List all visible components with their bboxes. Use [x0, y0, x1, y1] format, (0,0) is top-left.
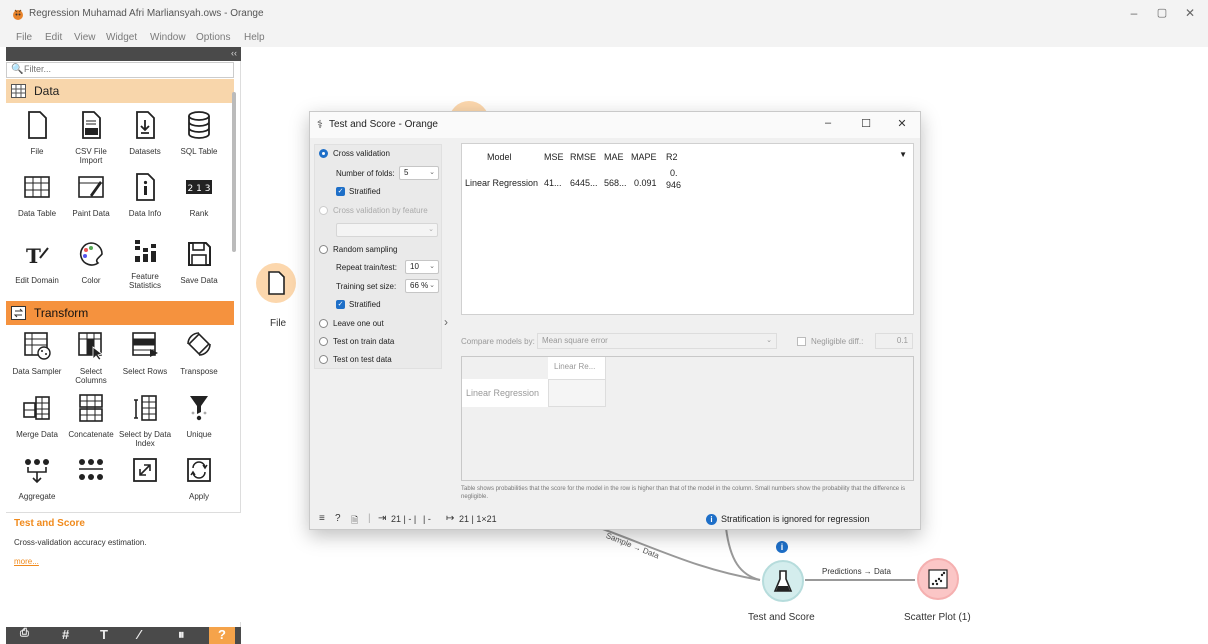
dialog-minimize-button[interactable]: – [818, 117, 838, 129]
comparison-row-header[interactable]: Linear Regression [462, 379, 548, 407]
option-test-train: Test on train data [333, 337, 395, 346]
test-and-score-dialog: ⚕ Test and Score - Orange – ☐ ✕ Cross va… [309, 111, 921, 530]
node-scatter-plot-label: Scatter Plot (1) [904, 612, 971, 623]
cell-mape[interactable]: 0.091 [634, 178, 657, 188]
negligible-value[interactable]: 0.1 [875, 333, 913, 349]
repeat-label: Repeat train/test: [336, 263, 397, 272]
cell-rmse[interactable]: 6445... [570, 178, 598, 188]
option-cv-by-feature: Cross validation by feature [333, 206, 428, 215]
dialog-titlebar[interactable]: ⚕ Test and Score - Orange – ☐ ✕ [310, 112, 920, 138]
header-mape[interactable]: MAPE [631, 152, 657, 162]
radio-test-test[interactable] [319, 355, 328, 364]
radio-test-train[interactable] [319, 337, 328, 346]
splitter-arrow-icon[interactable]: › [444, 315, 448, 329]
column-menu-icon[interactable]: ▼ [899, 150, 907, 159]
compare-label: Compare models by: [461, 337, 535, 346]
folds-label: Number of folds: [336, 169, 395, 178]
cell-model[interactable]: Linear Regression [465, 178, 538, 188]
help-icon[interactable]: ? [335, 513, 341, 524]
header-rmse[interactable]: RMSE [570, 152, 596, 162]
cell-r2-line2[interactable]: 946 [666, 180, 681, 190]
stratified2-label: Stratified [349, 300, 381, 309]
file-icon [268, 271, 285, 295]
train-size-label: Training set size: [336, 282, 397, 291]
chevron-down-icon: ⌄ [429, 263, 435, 270]
stratified-label: Stratified [349, 187, 381, 196]
dialog-title: Test and Score - Orange [329, 119, 438, 130]
link-learner[interactable] [725, 527, 761, 581]
node-file-label: File [270, 318, 287, 329]
radio-random-sampling[interactable] [319, 245, 328, 254]
sampling-box: Cross validation Number of folds: 5 ⌄ ✓ S… [314, 144, 442, 369]
node-scatter-plot[interactable] [917, 558, 959, 600]
radio-cross-validation[interactable] [319, 149, 328, 158]
radio-cv-by-feature[interactable] [319, 206, 328, 215]
link-predictions-label: Predictions → Data [822, 567, 891, 576]
dialog-statusbar: ≡ ? 🗎 | ⇥ 21 | - | | - ↦ 21 | 1×21 i Str… [310, 510, 920, 530]
negligible-label: Negligible diff.: [811, 337, 864, 346]
stratified-checkbox[interactable]: ✓ [336, 187, 345, 196]
info-icon: i [706, 514, 717, 525]
input-summary-2: | - [423, 514, 431, 524]
header-model[interactable]: Model [487, 152, 512, 162]
node-file[interactable] [256, 263, 296, 303]
compare-select[interactable]: Mean square error ⌄ [537, 333, 777, 349]
node-test-and-score[interactable] [762, 560, 804, 602]
comparison-cell[interactable] [548, 379, 606, 407]
input-summary: 21 | - | [391, 514, 417, 524]
chevron-down-icon: ⌄ [429, 169, 435, 176]
separator: | [368, 513, 371, 524]
chevron-down-icon: ⌄ [429, 282, 435, 289]
node-info-badge: i [776, 541, 788, 553]
comparison-footnote: Table shows probabilities that the score… [461, 486, 906, 500]
train-size-select[interactable]: 66 % ⌄ [405, 279, 439, 293]
chevron-down-icon: ⌄ [766, 337, 772, 344]
node-test-and-score-label: Test and Score [748, 612, 815, 623]
chevron-down-icon: ⌄ [428, 226, 434, 233]
stratified2-checkbox[interactable]: ✓ [336, 300, 345, 309]
option-cross-validation: Cross validation [333, 149, 390, 158]
header-r2[interactable]: R2 [666, 152, 678, 162]
flask-icon [773, 570, 793, 592]
cell-r2-line1[interactable]: 0. [670, 168, 678, 178]
compare-bar: Compare models by: Mean square error ⌄ Ne… [461, 333, 914, 351]
scatter-icon [928, 569, 948, 589]
radio-leave-one-out[interactable] [319, 319, 328, 328]
menu-icon[interactable]: ≡ [319, 513, 325, 524]
comparison-table: Linear Re... Linear Regression [461, 356, 914, 481]
results-table: Model MSE RMSE MAE MAPE R2 ▼ Linear Regr… [461, 143, 914, 315]
folds-select[interactable]: 5 ⌄ [399, 166, 439, 180]
status-info-text: Stratification is ignored for regression [721, 514, 870, 524]
dialog-maximize-button[interactable]: ☐ [856, 117, 876, 130]
cell-mse[interactable]: 41... [544, 178, 562, 188]
negligible-checkbox[interactable] [797, 337, 806, 346]
repeat-select[interactable]: 10 ⌄ [405, 260, 439, 274]
dialog-close-button[interactable]: ✕ [892, 117, 912, 130]
output-icon: ↦ [446, 513, 455, 524]
report-icon[interactable]: 🗎 [351, 513, 358, 529]
input-icon: ⇥ [378, 513, 387, 524]
link-sample[interactable] [599, 527, 761, 581]
option-test-test: Test on test data [333, 355, 392, 364]
header-mse[interactable]: MSE [544, 152, 564, 162]
header-mae[interactable]: MAE [604, 152, 624, 162]
output-summary: 21 | 1×21 [459, 514, 497, 524]
flask-icon: ⚕ [317, 119, 323, 131]
comparison-column-header[interactable]: Linear Re... [548, 357, 606, 379]
option-leave-one-out: Leave one out [333, 319, 384, 328]
feature-select[interactable]: ⌄ [336, 223, 438, 237]
cell-mae[interactable]: 568... [604, 178, 627, 188]
option-random-sampling: Random sampling [333, 245, 398, 254]
